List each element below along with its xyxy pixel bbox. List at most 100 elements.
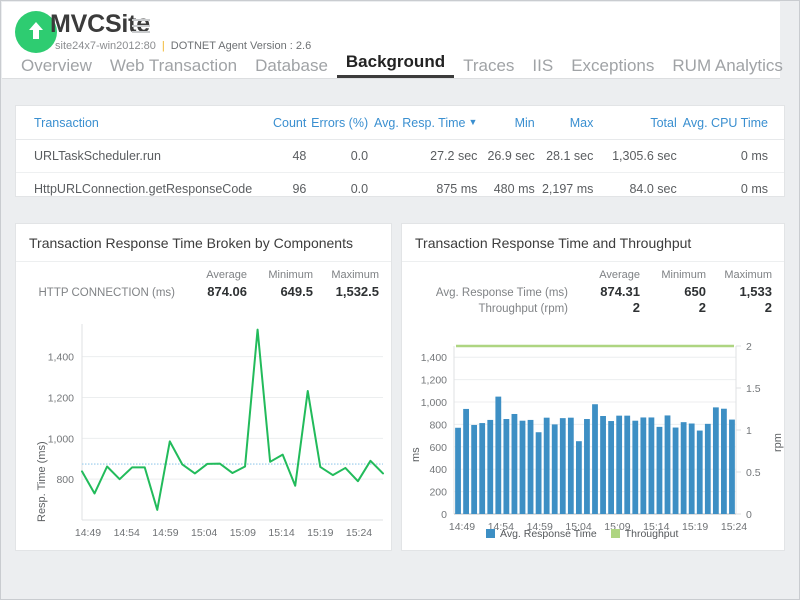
- bar[interactable]: [528, 420, 534, 514]
- bar[interactable]: [584, 419, 590, 514]
- y-axis-tick-label: 1,400: [48, 352, 74, 364]
- transactions-table-card: Transaction Count Errors (%) Avg. Resp. …: [15, 105, 785, 197]
- bar[interactable]: [544, 418, 550, 514]
- bar[interactable]: [487, 420, 493, 514]
- cell-total: 84.0 sec: [593, 173, 676, 206]
- stat-header-maximum: Maximum: [313, 269, 379, 281]
- cell-transaction[interactable]: URLTaskScheduler.run: [16, 140, 260, 173]
- x-axis-tick-label: 14:59: [152, 527, 178, 539]
- main-tabs: Overview Web Transaction Database Backgr…: [12, 50, 792, 78]
- bar[interactable]: [689, 424, 695, 515]
- y2-axis-tick-label: 1.5: [746, 383, 761, 395]
- bar[interactable]: [681, 422, 687, 514]
- bar[interactable]: [624, 416, 630, 514]
- bar[interactable]: [705, 424, 711, 514]
- tab-iis[interactable]: IIS: [523, 54, 562, 78]
- table-row[interactable]: HttpURLConnection.getResponseCode 96 0.0…: [16, 173, 784, 206]
- column-header-avg-cpu-time[interactable]: Avg. CPU Time: [677, 106, 784, 140]
- tab-overview[interactable]: Overview: [12, 54, 101, 78]
- bar[interactable]: [576, 441, 582, 514]
- bar[interactable]: [455, 428, 461, 514]
- cell-min: 480 ms: [477, 173, 534, 206]
- bar[interactable]: [495, 397, 501, 514]
- column-header-min[interactable]: Min: [477, 106, 534, 140]
- tab-exceptions[interactable]: Exceptions: [562, 54, 663, 78]
- bar[interactable]: [536, 432, 542, 514]
- cell-min: 26.9 sec: [477, 140, 534, 173]
- bar[interactable]: [657, 427, 663, 514]
- stat-value-avg-response-maximum: 1,533: [706, 284, 772, 299]
- transactions-table: Transaction Count Errors (%) Avg. Resp. …: [16, 106, 784, 205]
- tab-background[interactable]: Background: [337, 50, 454, 78]
- legend-label-throughput: Throughput: [625, 528, 679, 540]
- legend-item-throughput[interactable]: Throughput: [611, 528, 679, 540]
- stat-value-avg-response-minimum: 650: [640, 284, 706, 299]
- bar[interactable]: [673, 428, 679, 514]
- cell-max: 28.1 sec: [535, 140, 594, 173]
- y-axis-tick-label: 800: [56, 474, 74, 486]
- bar[interactable]: [552, 424, 558, 514]
- y-axis-title-right-ms: ms: [410, 447, 422, 462]
- cell-avg-cpu: 0 ms: [677, 173, 784, 206]
- bar[interactable]: [479, 423, 485, 514]
- bar[interactable]: [713, 407, 719, 514]
- cell-transaction[interactable]: HttpURLConnection.getResponseCode: [16, 173, 260, 206]
- bar[interactable]: [463, 409, 469, 514]
- y2-axis-title-rpm: rpm: [772, 433, 784, 452]
- legend-item-avg-response-time[interactable]: Avg. Response Time: [486, 528, 597, 540]
- stat-value-average: 874.06: [181, 284, 247, 299]
- stat-row-label-throughput: Throughput (rpm): [402, 303, 574, 315]
- bar[interactable]: [616, 416, 622, 514]
- x-axis-tick-label: 15:24: [346, 527, 372, 539]
- hamburger-menu-icon[interactable]: [132, 19, 150, 33]
- column-header-total[interactable]: Total: [593, 106, 676, 140]
- stat-value-throughput-maximum: 2: [706, 300, 772, 315]
- tab-traces[interactable]: Traces: [454, 54, 523, 78]
- bar[interactable]: [665, 415, 671, 514]
- bar[interactable]: [697, 431, 703, 514]
- column-header-avg-resp-time[interactable]: Avg. Resp. Time▼: [368, 106, 477, 140]
- table-row[interactable]: URLTaskScheduler.run 48 0.0 27.2 sec 26.…: [16, 140, 784, 173]
- line-chart-svg: 1,4001,2001,00080014:4914:5414:5915:0415…: [16, 316, 391, 550]
- column-header-max[interactable]: Max: [535, 106, 594, 140]
- y2-axis-tick-label: 1: [746, 425, 752, 437]
- x-axis-tick-label: 15:19: [307, 527, 333, 539]
- bar[interactable]: [471, 425, 477, 514]
- bar[interactable]: [721, 409, 727, 514]
- tab-database[interactable]: Database: [246, 54, 337, 78]
- response-time-throughput-chart-card: Transaction Response Time and Throughput…: [401, 223, 785, 551]
- bar-chart-svg: 1,4001,2001,000800600400200021.510.5014:…: [402, 324, 784, 550]
- bar[interactable]: [729, 420, 735, 514]
- bar[interactable]: [608, 421, 614, 514]
- bar[interactable]: [568, 418, 574, 514]
- chart-right-stats: Average Minimum Maximum Avg. Response Ti…: [402, 262, 784, 320]
- y-axis-tick-label: 600: [429, 442, 447, 454]
- bar[interactable]: [503, 419, 509, 514]
- bar[interactable]: [632, 421, 638, 514]
- column-header-transaction[interactable]: Transaction: [16, 106, 260, 140]
- bar[interactable]: [649, 417, 655, 514]
- x-axis-tick-label: 15:14: [268, 527, 294, 539]
- x-axis-tick-label: 15:09: [230, 527, 256, 539]
- y-axis-tick-label: 1,000: [421, 397, 447, 409]
- bar[interactable]: [520, 421, 526, 514]
- bar[interactable]: [592, 404, 598, 514]
- chart-left-stats: Average Minimum Maximum HTTP CONNECTION …: [16, 262, 391, 308]
- header-divider: [2, 78, 780, 79]
- stat-header-maximum: Maximum: [706, 269, 772, 281]
- column-header-count[interactable]: Count: [260, 106, 306, 140]
- bar[interactable]: [600, 416, 606, 514]
- bar[interactable]: [560, 418, 566, 514]
- chart-title-left: Transaction Response Time Broken by Comp…: [16, 224, 391, 262]
- column-header-errors[interactable]: Errors (%): [306, 106, 368, 140]
- y-axis-tick-label: 200: [429, 487, 447, 499]
- cell-count: 96: [260, 173, 306, 206]
- tab-web-transaction[interactable]: Web Transaction: [101, 54, 246, 78]
- y-axis-tick-label: 1,400: [421, 352, 447, 364]
- bar[interactable]: [640, 417, 646, 514]
- app-header: MVCSite site24x7-win2012:80|DOTNET Agent…: [2, 2, 780, 78]
- stat-value-avg-response-average: 874.31: [574, 284, 640, 299]
- bar[interactable]: [512, 414, 518, 514]
- tab-rum-analytics[interactable]: RUM Analytics: [663, 54, 792, 78]
- stat-header-minimum: Minimum: [640, 269, 706, 281]
